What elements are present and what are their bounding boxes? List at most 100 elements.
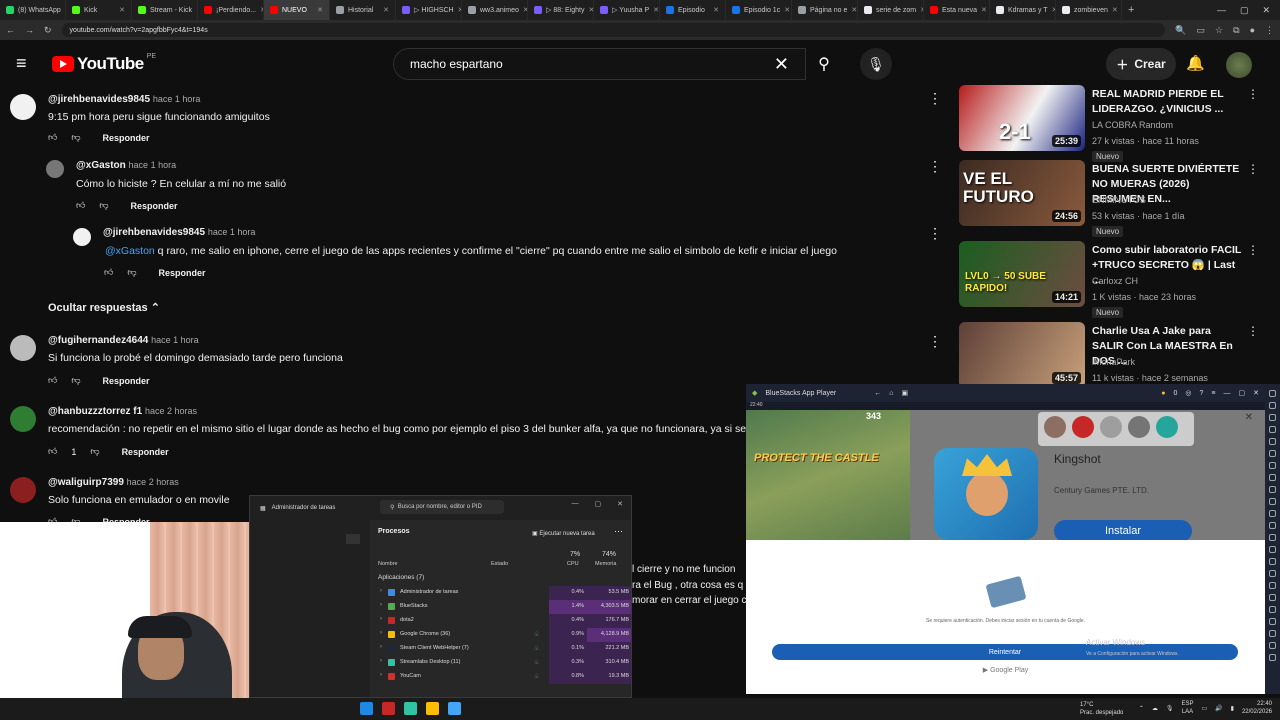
sidebar-tool-icon[interactable] <box>1269 558 1276 565</box>
expand-chevron-icon[interactable]: › <box>380 602 382 608</box>
sidebar-tool-icon[interactable] <box>1269 390 1276 397</box>
process-row[interactable]: › Steam Client WebHelper (7) ♧ 0.1% 221.2 MB <box>370 642 631 656</box>
clear-search-icon[interactable]: ✕ <box>774 54 789 75</box>
video-menu-icon[interactable]: ⋮ <box>1247 162 1259 176</box>
microphone-icon[interactable]: 🎙 <box>1166 705 1174 712</box>
install-button[interactable]: Instalar <box>1054 520 1192 542</box>
sidebar-tool-icon[interactable] <box>1269 462 1276 469</box>
more-options-icon[interactable]: ⋯ <box>614 526 623 537</box>
channel-name[interactable]: ENMINUTOS <box>1092 195 1146 205</box>
maximize-icon[interactable]: ▢ <box>1240 5 1249 16</box>
video-menu-icon[interactable]: ⋮ <box>1247 243 1259 257</box>
process-row[interactable]: › Administrador de tareas 0.4% 53.5 MB <box>370 586 631 600</box>
browser-tab[interactable]: ¡Perdiendo...✕ <box>198 0 264 20</box>
tab-icon[interactable]: ▣ <box>901 389 908 397</box>
hide-replies-button[interactable]: Ocultar respuestas ⌃ <box>48 301 160 314</box>
close-tab-icon[interactable]: ✕ <box>784 6 790 14</box>
game-ad[interactable]: 343 PROTECT THE CASTLE <box>746 410 910 540</box>
close-tab-icon[interactable]: ✕ <box>981 6 987 14</box>
kingshot-app-icon[interactable] <box>934 448 1038 540</box>
column-memory[interactable]: Memoria <box>595 561 616 567</box>
comment-time[interactable]: hace 1 hora <box>151 335 199 345</box>
minimize-icon[interactable]: — <box>1224 390 1231 397</box>
new-tab-button[interactable]: + <box>1122 4 1140 16</box>
avatar[interactable] <box>10 477 36 503</box>
language-indicator[interactable]: ESP LAA <box>1181 700 1193 716</box>
sidebar-tool-icon[interactable] <box>1269 438 1276 445</box>
maximize-icon[interactable]: ▢ <box>1239 389 1246 397</box>
process-row[interactable]: › Streamlabs Desktop (11) ♧ 0.3% 310.4 MB <box>370 656 631 670</box>
dislike-icon[interactable]: 👎︎ <box>127 267 136 278</box>
video-menu-icon[interactable]: ⋮ <box>1247 87 1259 101</box>
task-manager-taskbar-icon[interactable] <box>448 702 461 715</box>
maximize-icon[interactable]: ▢ <box>595 500 602 508</box>
sidebar-tool-icon[interactable] <box>1269 402 1276 409</box>
account-avatar[interactable] <box>1226 52 1252 78</box>
dota-taskbar-icon[interactable] <box>382 702 395 715</box>
recent-app-icon[interactable] <box>1128 416 1150 438</box>
chevron-up-icon[interactable]: ⌃ <box>1139 705 1144 712</box>
reply-button[interactable]: Responder <box>103 133 150 143</box>
account-icon[interactable]: ◎ <box>1185 389 1191 397</box>
sidebar-tool-icon[interactable] <box>1269 498 1276 505</box>
browser-tab[interactable]: ▷ 88: Eighty ✕ <box>528 0 594 20</box>
expand-chevron-icon[interactable]: › <box>380 616 382 622</box>
browser-tab[interactable]: serie de zom✕ <box>858 0 924 20</box>
expand-chevron-icon[interactable]: › <box>380 658 382 664</box>
close-tab-icon[interactable]: ✕ <box>317 6 323 14</box>
volume-icon[interactable]: 🔊 <box>1215 705 1222 712</box>
recommended-video[interactable]: LVL0 → 50 SUBE RAPIDO! 14:21 Como subir … <box>959 241 1259 318</box>
chrome-taskbar-icon[interactable] <box>426 702 439 715</box>
sidebar-tool-icon[interactable] <box>1269 414 1276 421</box>
avatar[interactable] <box>10 406 36 432</box>
forward-icon[interactable]: → <box>25 25 34 35</box>
expand-chevron-icon[interactable]: › <box>380 630 382 636</box>
channel-name[interactable]: LA COBRA Random <box>1092 120 1173 130</box>
process-row[interactable]: › Google Chrome (36) ♧ 0.9% 4,128.9 MB <box>370 628 631 642</box>
close-tab-icon[interactable]: ✕ <box>653 6 659 14</box>
close-tab-icon[interactable]: ✕ <box>383 6 389 14</box>
recommended-video[interactable]: VE EL FUTURO 24:56 BUENA SUERTE DIVIÉRTE… <box>959 160 1259 237</box>
comment-author[interactable]: @jirehbenavides9845 <box>103 227 205 238</box>
reply-button[interactable]: Responder <box>159 268 206 278</box>
reply-button[interactable]: Responder <box>122 447 169 457</box>
browser-tab[interactable]: Historial ✕ <box>330 0 396 20</box>
browser-tab[interactable]: Kick ✕ <box>66 0 132 20</box>
extensions-icon[interactable]: ⧉ <box>1233 25 1239 36</box>
sidebar-tool-icon[interactable] <box>1269 582 1276 589</box>
profile-icon[interactable]: ● <box>1250 25 1255 36</box>
video-thumbnail[interactable]: VE EL FUTURO 24:56 <box>959 160 1085 226</box>
like-icon[interactable]: 👍︎ <box>48 132 57 143</box>
coin-icon[interactable]: ● <box>1161 390 1165 397</box>
comment-author[interactable]: @fugihernandez4644 <box>48 335 148 346</box>
comment-author[interactable]: @xGaston <box>76 160 126 171</box>
like-icon[interactable]: 👍︎ <box>104 267 113 278</box>
channel-name[interactable]: Carloxz CH <box>1092 276 1138 286</box>
avatar[interactable] <box>46 160 64 178</box>
video-menu-icon[interactable]: ⋮ <box>1247 324 1259 338</box>
video-thumbnail[interactable]: 45:57 <box>959 322 1085 388</box>
avatar[interactable] <box>73 228 91 246</box>
close-tab-icon[interactable]: ✕ <box>851 6 857 14</box>
column-name[interactable]: Nombre <box>378 561 398 567</box>
browser-tab[interactable]: zombieven ✕ <box>1056 0 1122 20</box>
sidebar-tool-icon[interactable] <box>1269 546 1276 553</box>
reply-button[interactable]: Responder <box>103 376 150 386</box>
minimize-icon[interactable]: — <box>1217 5 1226 16</box>
apps-group-header[interactable]: Aplicaciones (7) <box>378 574 424 581</box>
create-button[interactable]: ＋ Crear <box>1106 48 1176 80</box>
sidebar-tool-icon[interactable] <box>1269 474 1276 481</box>
back-icon[interactable]: ← <box>874 390 881 397</box>
network-icon[interactable]: ▭ <box>1202 705 1208 712</box>
youtube-logo[interactable]: YouTube PE <box>52 53 156 74</box>
video-thumbnail[interactable]: LVL0 → 50 SUBE RAPIDO! 14:21 <box>959 241 1085 307</box>
browser-tab[interactable]: (8) WhatsApp✕ <box>0 0 66 20</box>
sidebar-tool-icon[interactable] <box>1269 594 1276 601</box>
cast-icon[interactable]: ▭ <box>1197 25 1206 36</box>
hamburger-menu-icon[interactable]: ≡ <box>16 54 34 72</box>
recent-app-icon[interactable] <box>1072 416 1094 438</box>
zoom-icon[interactable]: 🔍 <box>1175 25 1186 36</box>
sidebar-tool-icon[interactable] <box>1269 510 1276 517</box>
sidebar-tool-icon[interactable] <box>1269 570 1276 577</box>
close-icon[interactable]: ✕ <box>1245 412 1253 423</box>
